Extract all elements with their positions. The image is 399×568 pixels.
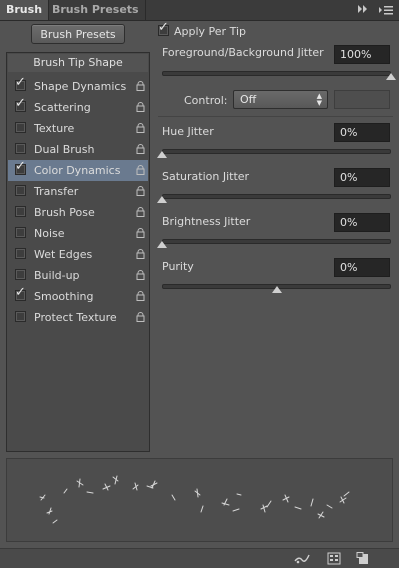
checkbox[interactable] — [15, 206, 26, 217]
select-arrows-icon: ▲ ▼ — [316, 92, 322, 107]
saturation-jitter-input[interactable]: 0% — [334, 168, 390, 187]
checkmark-icon: ✓ — [158, 20, 169, 35]
checkbox[interactable]: ✓ — [15, 160, 26, 175]
list-item-label: Dual Brush — [34, 143, 95, 156]
stroke-preview-image — [39, 475, 350, 524]
list-item-label: Scattering — [34, 101, 91, 114]
lock-icon[interactable] — [136, 102, 145, 112]
lock-icon[interactable] — [136, 144, 145, 154]
saturation-jitter-slider-thumb[interactable] — [157, 196, 167, 203]
brush-grid-icon[interactable] — [327, 552, 341, 565]
checkbox[interactable] — [15, 185, 26, 196]
hue-jitter-input[interactable]: 0% — [334, 123, 390, 142]
list-item-texture[interactable]: Texture — [8, 118, 148, 139]
checkmark-icon: ✓ — [15, 96, 26, 111]
list-item-brush-pose[interactable]: Brush Pose — [8, 202, 148, 223]
list-item-smoothing[interactable]: ✓ Smoothing — [8, 286, 148, 307]
lock-icon[interactable] — [136, 291, 145, 301]
lock-icon[interactable] — [136, 81, 145, 91]
list-item-label: Shape Dynamics — [34, 80, 127, 93]
fg-bg-jitter-slider-track[interactable] — [162, 71, 391, 76]
tab-brush-presets[interactable]: Brush Presets — [46, 0, 146, 20]
brush-stroke-preview — [6, 458, 393, 542]
create-new-brush-icon[interactable] — [356, 552, 370, 565]
list-item-label: Brush Pose — [34, 206, 95, 219]
hue-jitter-label: Hue Jitter — [162, 125, 214, 138]
checkbox[interactable] — [15, 269, 26, 280]
checkmark-icon: ✓ — [15, 75, 26, 90]
lock-icon[interactable] — [136, 186, 145, 196]
control-select-value: Off — [240, 93, 257, 106]
brightness-jitter-label: Brightness Jitter — [162, 215, 251, 228]
brush-presets-button[interactable]: Brush Presets — [31, 24, 125, 44]
list-item-noise[interactable]: Noise — [8, 223, 148, 244]
list-item-label: Protect Texture — [34, 311, 117, 324]
fg-bg-jitter-input[interactable]: 100% — [334, 45, 390, 64]
lock-icon[interactable] — [136, 165, 145, 175]
list-item-label: Transfer — [34, 185, 79, 198]
toggle-live-tip-icon[interactable] — [294, 552, 310, 565]
purity-input[interactable]: 0% — [334, 258, 390, 277]
list-item-dual-brush[interactable]: Dual Brush — [8, 139, 148, 160]
checkmark-icon: ✓ — [15, 285, 26, 300]
control-select[interactable]: Off ▲ ▼ — [233, 90, 328, 109]
control-extra-field — [334, 90, 390, 109]
apply-per-tip-label: Apply Per Tip — [174, 25, 246, 38]
list-item-transfer[interactable]: Transfer — [8, 181, 148, 202]
hue-jitter-slider-track[interactable] — [162, 149, 391, 154]
lock-icon[interactable] — [136, 207, 145, 217]
fg-bg-jitter-label: Foreground/Background Jitter — [162, 46, 324, 59]
checkbox[interactable]: ✓ — [15, 97, 26, 112]
list-item-protect-texture[interactable]: Protect Texture — [8, 307, 148, 328]
checkbox-box: ✓ — [158, 21, 169, 36]
list-item-label: Smoothing — [34, 290, 94, 303]
saturation-jitter-label: Saturation Jitter — [162, 170, 250, 183]
checkbox[interactable] — [15, 143, 26, 154]
checkbox[interactable] — [15, 122, 26, 133]
list-item-label: Texture — [34, 122, 75, 135]
lock-icon[interactable] — [136, 270, 145, 280]
panel-menu-icon[interactable] — [378, 4, 393, 16]
list-item-color-dynamics[interactable]: ✓ Color Dynamics — [8, 160, 148, 181]
list-item-scattering[interactable]: ✓ Scattering — [8, 97, 148, 118]
divider — [158, 116, 393, 117]
list-item-shape-dynamics[interactable]: ✓ Shape Dynamics — [8, 76, 148, 97]
tab-brush[interactable]: Brush — [0, 0, 50, 20]
panel-footer — [0, 548, 399, 568]
brightness-jitter-slider-track[interactable] — [162, 239, 391, 244]
panel-tab-bar: Brush Brush Presets — [0, 0, 399, 21]
checkbox[interactable]: ✓ — [15, 76, 26, 91]
checkmark-icon: ✓ — [15, 159, 26, 174]
lock-icon[interactable] — [136, 249, 145, 259]
lock-icon[interactable] — [136, 123, 145, 133]
lock-icon[interactable] — [136, 312, 145, 322]
control-label: Control: — [184, 94, 228, 107]
list-item-build-up[interactable]: Build-up — [8, 265, 148, 286]
list-item-wet-edges[interactable]: Wet Edges — [8, 244, 148, 265]
purity-label: Purity — [162, 260, 194, 273]
brightness-jitter-input[interactable]: 0% — [334, 213, 390, 232]
list-item-label: Build-up — [34, 269, 80, 282]
apply-per-tip-checkbox[interactable]: ✓ — [158, 21, 172, 39]
list-item-label: Noise — [34, 227, 65, 240]
checkbox[interactable] — [15, 248, 26, 259]
lock-icon[interactable] — [136, 228, 145, 238]
checkbox[interactable] — [15, 311, 26, 322]
brightness-jitter-slider-thumb[interactable] — [157, 241, 167, 248]
brush-settings-list: Brush Tip Shape ✓ Shape Dynamics ✓ Scatteri… — [6, 52, 150, 452]
brush-tip-shape-item[interactable]: Brush Tip Shape — [8, 54, 148, 72]
checkbox[interactable]: ✓ — [15, 286, 26, 301]
purity-slider-thumb[interactable] — [271, 286, 282, 293]
hue-jitter-slider-thumb[interactable] — [157, 151, 167, 158]
collapse-icon[interactable] — [356, 4, 370, 16]
saturation-jitter-slider-track[interactable] — [162, 194, 391, 199]
list-item-label: Wet Edges — [34, 248, 93, 261]
fg-bg-jitter-slider-thumb[interactable] — [386, 73, 396, 80]
list-item-label: Color Dynamics — [34, 164, 121, 177]
checkbox[interactable] — [15, 227, 26, 238]
